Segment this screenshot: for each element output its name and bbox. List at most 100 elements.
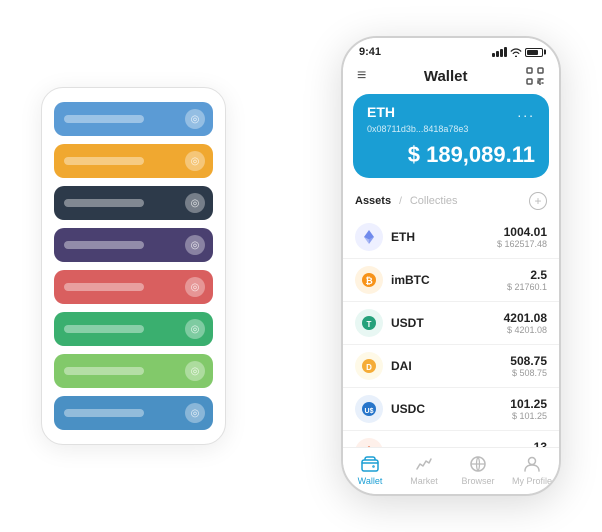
battery-icon	[525, 48, 543, 57]
asset-values: 508.75 $ 508.75	[510, 354, 547, 378]
scan-icon[interactable]	[525, 66, 545, 86]
market-nav-label: Market	[410, 476, 438, 486]
eth-card-menu[interactable]: ...	[517, 104, 535, 120]
card-label	[64, 115, 144, 123]
profile-nav-icon	[522, 454, 542, 474]
nav-item-browser[interactable]: Browser	[451, 454, 505, 486]
list-item[interactable]: ◎	[54, 270, 213, 304]
scene: ◎ ◎ ◎ ◎ ◎ ◎ ◎ ◎	[21, 21, 581, 511]
usdc-icon: U$	[355, 395, 383, 423]
card-label	[64, 157, 144, 165]
card-icon: ◎	[185, 151, 205, 171]
card-label	[64, 325, 144, 333]
asset-values: 1004.01 $ 162517.48	[497, 225, 547, 249]
eth-card-header: ETH ...	[367, 104, 535, 120]
nav-item-profile[interactable]: My Profile	[505, 454, 559, 486]
card-label	[64, 283, 144, 291]
card-icon: ◎	[185, 319, 205, 339]
phone-content: ETH ... 0x08711d3b...8418a78e3 $ 189,089…	[343, 94, 559, 447]
assets-header: Assets / Collecties +	[343, 188, 559, 216]
asset-name: USDC	[391, 402, 510, 416]
table-row[interactable]: T USDT 4201.08 $ 4201.08	[343, 302, 559, 345]
table-row[interactable]: TFT 13 0	[343, 431, 559, 447]
asset-amount: 2.5	[507, 268, 547, 282]
status-bar: 9:41	[343, 38, 559, 62]
asset-name: ETH	[391, 230, 497, 244]
eth-icon	[355, 223, 383, 251]
table-row[interactable]: ETH 1004.01 $ 162517.48	[343, 216, 559, 259]
asset-list: ETH 1004.01 $ 162517.48 ₿ imBTC 2.5 $ 21…	[343, 216, 559, 447]
card-icon: ◎	[185, 235, 205, 255]
card-label	[64, 241, 144, 249]
tab-assets[interactable]: Assets	[355, 195, 391, 207]
browser-nav-icon	[468, 454, 488, 474]
imbtc-icon: ₿	[355, 266, 383, 294]
asset-values: 2.5 $ 21760.1	[507, 268, 547, 292]
tft-icon	[355, 438, 383, 447]
tab-collecties[interactable]: Collecties	[410, 195, 458, 207]
eth-card-address: 0x08711d3b...8418a78e3	[367, 124, 535, 134]
card-icon: ◎	[185, 361, 205, 381]
table-row[interactable]: U$ USDC 101.25 $ 101.25	[343, 388, 559, 431]
usdt-icon: T	[355, 309, 383, 337]
card-icon: ◎	[185, 193, 205, 213]
asset-usd: $ 162517.48	[497, 239, 547, 249]
menu-icon[interactable]: ≡	[357, 67, 366, 85]
list-item[interactable]: ◎	[54, 228, 213, 262]
wallet-nav-label: Wallet	[358, 476, 383, 486]
svg-text:U$: U$	[365, 408, 374, 415]
svg-text:D: D	[366, 363, 372, 372]
card-icon: ◎	[185, 403, 205, 423]
page-title: Wallet	[424, 68, 468, 85]
signal-icon	[492, 47, 507, 57]
asset-values: 101.25 $ 101.25	[510, 397, 547, 421]
list-item[interactable]: ◎	[54, 396, 213, 430]
bottom-nav: Wallet Market Browser	[343, 447, 559, 494]
table-row[interactable]: ₿ imBTC 2.5 $ 21760.1	[343, 259, 559, 302]
asset-usd: $ 21760.1	[507, 282, 547, 292]
asset-values: 13 0	[534, 440, 547, 447]
tab-separator: /	[399, 196, 402, 207]
asset-name: DAI	[391, 359, 510, 373]
nav-item-wallet[interactable]: Wallet	[343, 454, 397, 486]
market-nav-icon	[414, 454, 434, 474]
eth-card-ticker: ETH	[367, 104, 395, 120]
wifi-icon	[510, 47, 522, 57]
dai-icon: D	[355, 352, 383, 380]
browser-nav-label: Browser	[461, 476, 494, 486]
eth-card[interactable]: ETH ... 0x08711d3b...8418a78e3 $ 189,089…	[353, 94, 549, 178]
assets-tabs: Assets / Collecties	[355, 195, 458, 207]
asset-usd: $ 101.25	[510, 411, 547, 421]
add-asset-button[interactable]: +	[529, 192, 547, 210]
asset-values: 4201.08 $ 4201.08	[504, 311, 547, 335]
eth-card-balance: $ 189,089.11	[367, 142, 535, 168]
card-icon: ◎	[185, 109, 205, 129]
asset-amount: 4201.08	[504, 311, 547, 325]
nav-item-market[interactable]: Market	[397, 454, 451, 486]
list-item[interactable]: ◎	[54, 102, 213, 136]
svg-text:₿: ₿	[365, 276, 372, 286]
asset-usd: $ 4201.08	[504, 325, 547, 335]
asset-amount: 101.25	[510, 397, 547, 411]
svg-text:T: T	[367, 320, 372, 329]
asset-amount: 1004.01	[497, 225, 547, 239]
wallet-nav-icon	[360, 454, 380, 474]
card-icon: ◎	[185, 277, 205, 297]
table-row[interactable]: D DAI 508.75 $ 508.75	[343, 345, 559, 388]
asset-amount: 508.75	[510, 354, 547, 368]
card-label	[64, 199, 144, 207]
status-time: 9:41	[359, 46, 381, 58]
asset-name: USDT	[391, 316, 504, 330]
list-item[interactable]: ◎	[54, 312, 213, 346]
card-stack: ◎ ◎ ◎ ◎ ◎ ◎ ◎ ◎	[41, 87, 226, 445]
status-icons	[492, 47, 543, 57]
card-label	[64, 367, 144, 375]
phone: 9:41 ≡ Wallet	[341, 36, 561, 496]
profile-nav-label: My Profile	[512, 476, 552, 486]
card-label	[64, 409, 144, 417]
list-item[interactable]: ◎	[54, 354, 213, 388]
asset-name: imBTC	[391, 273, 507, 287]
list-item[interactable]: ◎	[54, 144, 213, 178]
asset-amount: 13	[534, 440, 547, 447]
list-item[interactable]: ◎	[54, 186, 213, 220]
